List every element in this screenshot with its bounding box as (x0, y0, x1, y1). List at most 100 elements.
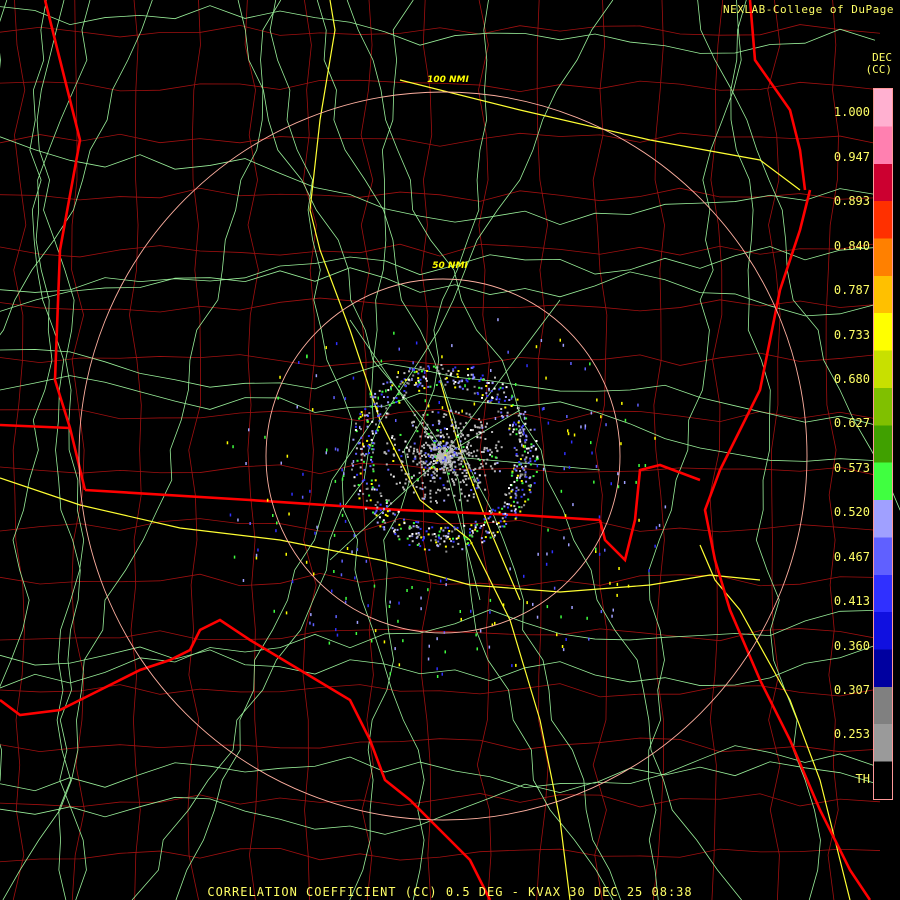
radar-echo (311, 408, 314, 412)
radar-echo (457, 375, 460, 378)
radar-echo (448, 537, 451, 540)
radar-echo (400, 460, 403, 463)
radar-echo (382, 382, 385, 385)
radar-echo (490, 451, 493, 454)
radar-echo (475, 487, 478, 490)
radar-echo (530, 443, 533, 446)
radar-echo (568, 465, 571, 469)
radar-echo (513, 421, 516, 424)
radar-echo (623, 481, 626, 484)
radar-echo (280, 461, 282, 465)
radar-echo (469, 415, 472, 418)
radar-echo (524, 444, 526, 448)
radar-echo (455, 447, 458, 450)
radar-echo (356, 620, 359, 624)
radar-echo (471, 455, 474, 458)
radar-echo (437, 434, 440, 437)
radar-echo (510, 509, 513, 512)
radar-echo (509, 567, 511, 571)
radar-echo (453, 483, 456, 486)
radar-echo (451, 423, 454, 426)
radar-echo (514, 496, 517, 499)
radar-echo (501, 507, 504, 510)
radar-echo (452, 537, 454, 540)
radar-echo (360, 436, 363, 439)
radar-echo (398, 449, 401, 452)
radar-echo (468, 413, 471, 416)
radar-echo (420, 460, 423, 463)
radar-echo (367, 435, 370, 437)
radar-echo (365, 488, 368, 490)
radar-echo (374, 479, 377, 482)
radar-echo (444, 444, 447, 447)
radar-echo (500, 408, 503, 410)
radar-echo (435, 474, 438, 477)
radar-echo (514, 383, 517, 386)
radar-echo (424, 435, 427, 438)
radar-echo (393, 520, 396, 523)
radar-echo (465, 412, 468, 415)
radar-echo (644, 464, 647, 467)
radar-echo (356, 473, 359, 476)
radar-echo (451, 530, 454, 533)
radar-echo (426, 413, 429, 416)
radar-echo (415, 426, 417, 429)
radar-echo (485, 447, 488, 450)
radar-echo (423, 431, 426, 434)
radar-echo (419, 366, 422, 369)
radar-echo (413, 442, 416, 445)
radar-echo (429, 385, 432, 388)
radar-echo (410, 534, 413, 537)
radar-echo (470, 469, 472, 472)
radar-echo (419, 378, 422, 381)
radar-echo (479, 436, 482, 439)
radar-echo (428, 548, 431, 551)
radar-echo (525, 480, 528, 483)
radar-echo (357, 484, 360, 486)
radar-echo (445, 413, 448, 416)
radar-echo (357, 442, 360, 445)
radar-echo (428, 444, 431, 447)
radar-echo (491, 467, 494, 470)
radar-echo (497, 410, 500, 413)
radar-echo (404, 378, 407, 381)
radar-echo (372, 470, 375, 473)
radar-echo (442, 453, 445, 456)
radar-echo (497, 401, 500, 404)
radar-echo (442, 440, 445, 443)
radar-echo (490, 390, 493, 393)
radar-echo (436, 637, 438, 641)
radar-echo (524, 439, 527, 442)
radar-echo (373, 512, 376, 515)
product-caption: CORRELATION COEFFICIENT (CC) 0.5 DEG - K… (207, 885, 693, 899)
radar-echo (482, 430, 485, 433)
radar-echo (374, 504, 377, 506)
radar-echo (388, 509, 391, 512)
radar-echo (423, 454, 426, 456)
radar-echo (459, 440, 462, 443)
radar-echo (341, 468, 343, 472)
radar-echo (460, 488, 463, 491)
radar-echo (232, 445, 234, 449)
radar-echo (486, 395, 489, 397)
radar-echo (408, 535, 411, 538)
radar-echo (525, 417, 528, 420)
radar-echo (439, 477, 442, 480)
radar-echo (446, 381, 449, 384)
radar-echo (470, 534, 473, 537)
radar-echo (279, 375, 281, 379)
radar-echo (341, 559, 343, 563)
radar-echo (471, 366, 474, 369)
radar-echo (473, 392, 476, 395)
radar-echo (428, 527, 431, 530)
radar-echo (229, 513, 232, 517)
radar-echo (493, 463, 496, 466)
radar-echo (387, 449, 390, 452)
radar-echo (457, 542, 460, 545)
radar-echo (484, 425, 487, 428)
radar-echo (496, 449, 499, 452)
legend-label: 0.573 (833, 461, 870, 475)
radar-echo (394, 533, 397, 536)
radar-echo (467, 542, 470, 545)
radar-echo (478, 418, 481, 421)
